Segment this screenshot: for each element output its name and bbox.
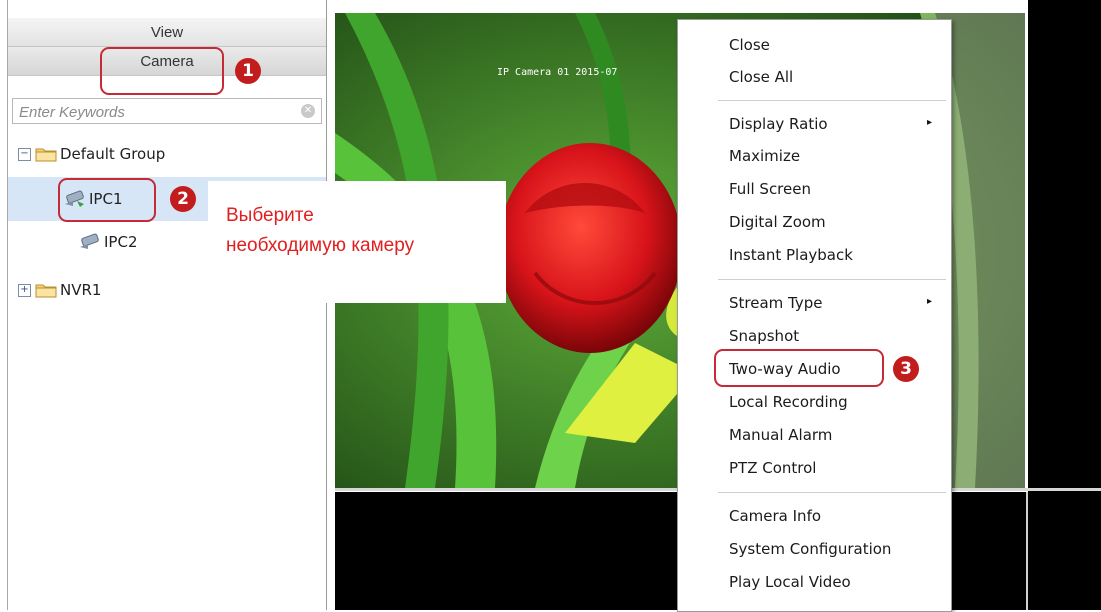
menu-item-play-local-video[interactable]: Play Local Video <box>729 573 851 591</box>
search-input[interactable] <box>17 100 291 124</box>
clear-search-icon[interactable]: ✕ <box>301 104 315 118</box>
menu-separator <box>718 492 946 493</box>
submenu-arrow-icon: ▸ <box>927 117 933 128</box>
menu-separator <box>718 279 946 280</box>
search-box[interactable]: ✕ <box>12 98 322 124</box>
menu-item-manual-alarm[interactable]: Manual Alarm <box>729 426 832 444</box>
badge-2: 2 <box>170 186 196 212</box>
note-line-2: необходимую камеру <box>226 235 415 256</box>
submenu-arrow-icon: ▸ <box>927 296 933 307</box>
note-line-1: Выберите <box>226 205 314 226</box>
tree-item-label: NVR1 <box>60 281 102 299</box>
callout-ipc1 <box>58 178 156 222</box>
tree-item-default-group[interactable]: − Default Group <box>18 145 165 163</box>
view-tab[interactable]: View <box>8 18 326 47</box>
tree-item-ipc2[interactable]: IPC2 <box>78 233 138 251</box>
camera-icon <box>80 233 99 249</box>
menu-item-ptz-control[interactable]: PTZ Control <box>729 459 816 477</box>
menu-item-camera-info[interactable]: Camera Info <box>729 507 821 525</box>
badge-1: 1 <box>235 58 261 84</box>
tree-item-nvr1[interactable]: + NVR1 <box>18 281 101 299</box>
callout-two-way-audio <box>714 349 884 387</box>
menu-item-close-all[interactable]: Close All <box>729 68 793 86</box>
folder-icon <box>35 284 57 298</box>
menu-item-display-ratio[interactable]: Display Ratio <box>729 115 828 133</box>
menu-item-close[interactable]: Close <box>729 36 770 54</box>
collapse-icon[interactable]: − <box>18 147 31 161</box>
menu-item-stream-type[interactable]: Stream Type <box>729 294 823 312</box>
video-grid-divider <box>1026 492 1028 610</box>
menu-separator <box>718 100 946 101</box>
instruction-note: Выберите необходимую камеру <box>208 181 506 303</box>
badge-3: 3 <box>893 356 919 382</box>
menu-item-full-screen[interactable]: Full Screen <box>729 180 811 198</box>
menu-item-local-recording[interactable]: Local Recording <box>729 393 848 411</box>
tree-item-label: IPC2 <box>104 233 138 251</box>
menu-item-digital-zoom[interactable]: Digital Zoom <box>729 213 826 231</box>
context-menu: Close Close All Display Ratio ▸ Maximize… <box>677 19 952 612</box>
menu-item-instant-playback[interactable]: Instant Playback <box>729 246 853 264</box>
menu-item-system-configuration[interactable]: System Configuration <box>729 540 891 558</box>
folder-icon <box>35 148 57 162</box>
callout-camera <box>100 47 224 95</box>
tree-item-label: Default Group <box>60 145 166 163</box>
video-osd-text: IP Camera 01 2015-07 <box>497 67 618 78</box>
view-tab-label: View <box>150 23 184 41</box>
menu-item-maximize[interactable]: Maximize <box>729 147 800 165</box>
menu-item-snapshot[interactable]: Snapshot <box>729 327 799 345</box>
expand-icon[interactable]: + <box>18 283 31 297</box>
